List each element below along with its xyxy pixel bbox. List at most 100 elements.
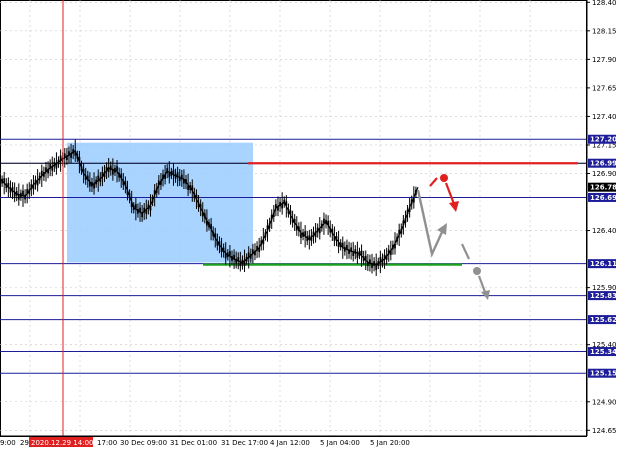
candle-body bbox=[369, 259, 371, 264]
candle-body bbox=[400, 228, 403, 234]
candle-body bbox=[95, 179, 98, 185]
candle-body bbox=[381, 258, 384, 264]
candle-body bbox=[306, 236, 309, 241]
price-axis: 128.40128.15127.90127.65127.40127.15126.… bbox=[586, 0, 620, 452]
candle-body bbox=[93, 183, 95, 189]
time-label: 4 Jan 12:00 bbox=[270, 439, 310, 447]
candle-body bbox=[224, 253, 227, 259]
candle-body bbox=[111, 169, 114, 175]
candle-body bbox=[241, 259, 244, 265]
range-box-layer bbox=[67, 142, 253, 263]
candle-body bbox=[262, 239, 265, 245]
candle-body bbox=[20, 192, 22, 198]
candle-body bbox=[375, 265, 378, 270]
candle-body bbox=[32, 184, 35, 190]
candle-body bbox=[72, 149, 75, 154]
candle-body bbox=[120, 173, 123, 179]
candle-body bbox=[30, 184, 33, 189]
candle-body bbox=[312, 231, 315, 237]
candle-body bbox=[195, 194, 198, 200]
candle-body bbox=[145, 209, 148, 214]
candle-body bbox=[134, 204, 137, 209]
candle-body bbox=[59, 155, 62, 161]
chart-canvas[interactable]: 128.40128.15127.90127.65127.40127.15126.… bbox=[0, 0, 620, 452]
candle-body bbox=[346, 245, 348, 250]
price-tick-label: 126.90 bbox=[592, 170, 617, 178]
price-tick-label: 124.65 bbox=[592, 427, 617, 435]
candle-body bbox=[356, 253, 359, 258]
candle-body bbox=[387, 249, 390, 255]
candle-body bbox=[339, 242, 342, 248]
candle-body bbox=[287, 208, 290, 214]
candle-body bbox=[1, 178, 3, 184]
candle-body bbox=[229, 251, 231, 256]
price-chart[interactable]: 128.40 128.15 127.90 127.65 127.40 127.15 126.… bbox=[0, 0, 620, 452]
candle-body bbox=[394, 243, 396, 249]
price-tick-label: 128.15 bbox=[592, 27, 617, 35]
candle-body bbox=[358, 251, 361, 256]
candle-body bbox=[314, 232, 317, 238]
forecast-grey-arrowhead bbox=[481, 290, 490, 300]
candle-body bbox=[270, 214, 273, 220]
candle-body bbox=[220, 247, 223, 253]
price-tick-label: 127.40 bbox=[592, 113, 617, 121]
candle-body bbox=[283, 199, 286, 205]
candle-body bbox=[63, 153, 66, 159]
candle-body bbox=[13, 192, 16, 197]
price-badge-label: 126.11 bbox=[590, 260, 617, 268]
forecast-red-dot bbox=[440, 174, 448, 182]
candle-body bbox=[293, 218, 296, 224]
candle-body bbox=[243, 261, 246, 266]
forecast-red-arrow bbox=[444, 182, 456, 205]
candle-body bbox=[49, 164, 52, 169]
candle-body bbox=[379, 256, 382, 262]
candle-body bbox=[310, 236, 313, 242]
candle-body bbox=[377, 261, 380, 266]
candle-body bbox=[320, 223, 323, 229]
candle-body bbox=[97, 175, 100, 181]
candle-body bbox=[55, 163, 58, 169]
candle-body bbox=[141, 212, 144, 218]
candle-body bbox=[392, 244, 394, 250]
candle-body bbox=[22, 190, 24, 196]
candle-body bbox=[203, 213, 206, 218]
candle-body bbox=[40, 170, 43, 176]
candle-body bbox=[5, 183, 8, 189]
candle-body bbox=[183, 178, 185, 184]
candle-body bbox=[402, 220, 405, 226]
time-label-highlighted: 2020.12.29 14:00 bbox=[31, 439, 93, 447]
candle-body bbox=[206, 221, 208, 226]
candle-body bbox=[210, 224, 212, 229]
candle-body bbox=[137, 208, 139, 214]
candle-body bbox=[91, 181, 93, 187]
candle-body bbox=[260, 240, 263, 245]
time-label: 31 Dec 17:00 bbox=[221, 439, 268, 447]
candle-body bbox=[343, 246, 346, 252]
candle-body bbox=[82, 169, 85, 174]
candle-body bbox=[277, 206, 279, 211]
candle-body bbox=[118, 173, 121, 178]
candle-body bbox=[47, 168, 49, 174]
candle-body bbox=[304, 231, 307, 236]
candle-body bbox=[176, 172, 179, 177]
forecast-red-arrowhead bbox=[449, 201, 459, 212]
candle-body bbox=[327, 220, 330, 226]
price-tick-label: 127.90 bbox=[592, 56, 617, 64]
candle-body bbox=[364, 255, 367, 261]
candle-body bbox=[3, 178, 6, 183]
candle-body bbox=[88, 181, 91, 187]
price-badge-label: 126.78 bbox=[590, 184, 617, 192]
candle-body bbox=[189, 185, 192, 191]
time-label: 5 Jan 04:00 bbox=[320, 439, 360, 447]
candle-body bbox=[15, 191, 18, 196]
candle-body bbox=[57, 159, 60, 165]
forecast-red-stub bbox=[429, 177, 438, 187]
candle-body bbox=[151, 198, 154, 203]
candle-body bbox=[70, 153, 72, 158]
forecast-grey-dot bbox=[473, 267, 481, 275]
price-tick-label: 127.65 bbox=[592, 84, 617, 92]
candle-body bbox=[65, 155, 68, 161]
candle-body bbox=[7, 182, 10, 188]
candle-body bbox=[24, 194, 26, 200]
candle-body bbox=[410, 199, 413, 205]
